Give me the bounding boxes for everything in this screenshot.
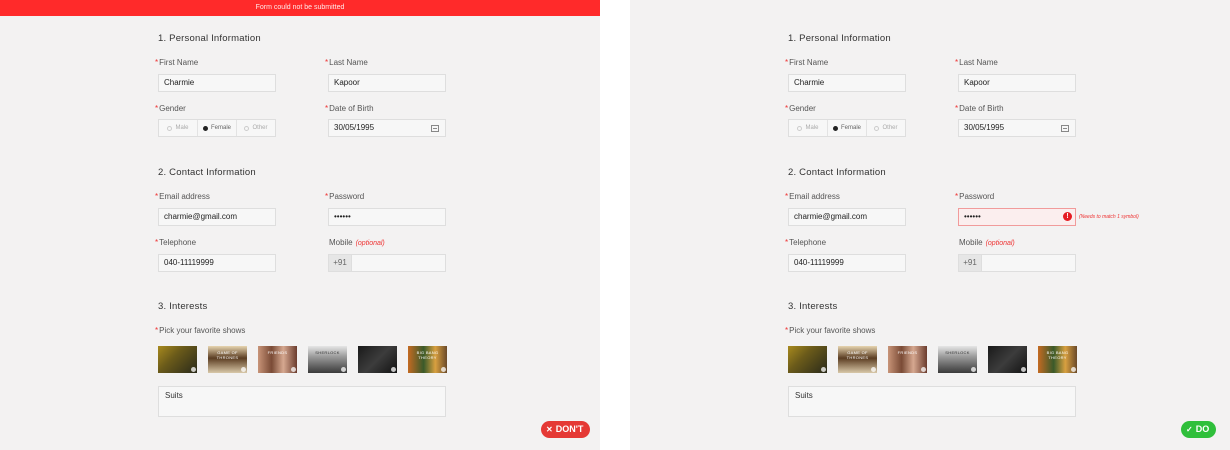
section-title-personal: 1. Personal Information: [158, 33, 261, 44]
check-icon: [291, 367, 296, 372]
gender-label: *Gender: [785, 104, 816, 113]
shows-textarea[interactable]: Suits: [158, 386, 446, 417]
first-name-input[interactable]: Charmie: [788, 74, 906, 92]
shows-label: *Pick your favorite shows: [155, 326, 246, 335]
section-title-personal: 1. Personal Information: [788, 33, 891, 44]
shows-picker: GAME OF THRONES FRIENDS SHERLOCK BIG BAN…: [788, 346, 1077, 373]
shows-picker: GAME OF THRONES FRIENDS SHERLOCK BIG BAN…: [158, 346, 447, 373]
gender-option-other[interactable]: Other: [867, 120, 905, 136]
password-input-error[interactable]: ••••••!: [958, 208, 1076, 226]
country-code-prefix: +91: [959, 255, 982, 271]
gender-radio-group: Male Female Other: [158, 119, 276, 137]
dont-example-panel: Form could not be submitted 1. Personal …: [0, 0, 600, 450]
section-title-contact: 2. Contact Information: [158, 167, 256, 178]
check-icon: [241, 367, 246, 372]
gender-option-male[interactable]: Male: [789, 120, 828, 136]
password-input[interactable]: ••••••: [328, 208, 446, 226]
check-icon: [191, 367, 196, 372]
section-title-interests: 3. Interests: [158, 301, 208, 312]
gender-option-female[interactable]: Female: [828, 120, 867, 136]
country-code-prefix: +91: [329, 255, 352, 271]
shows-textarea[interactable]: Suits: [788, 386, 1076, 417]
telephone-input[interactable]: 040-11119999: [788, 254, 906, 272]
dob-label: *Date of Birth: [955, 104, 1004, 113]
password-label: *Password: [325, 192, 365, 201]
check-icon: [871, 367, 876, 372]
section-title-interests: 3. Interests: [788, 301, 838, 312]
email-label: *Email address: [155, 192, 210, 201]
radio-icon: [797, 125, 803, 131]
dob-input[interactable]: 30/05/1995: [958, 119, 1076, 137]
telephone-label: *Telephone: [785, 238, 827, 247]
check-icon: [1071, 367, 1076, 372]
email-label: *Email address: [785, 192, 840, 201]
show-thumbnail-house-of-cards[interactable]: [358, 346, 397, 373]
show-thumbnail-friends[interactable]: FRIENDS: [888, 346, 927, 373]
check-icon: [441, 367, 446, 372]
show-thumbnail-house-of-cards[interactable]: [988, 346, 1027, 373]
email-input[interactable]: charmie@gmail.com: [158, 208, 276, 226]
check-icon: ✓: [1186, 425, 1193, 434]
telephone-input[interactable]: 040-11119999: [158, 254, 276, 272]
error-icon: !: [1063, 212, 1072, 221]
last-name-input[interactable]: Kapoor: [958, 74, 1076, 92]
show-thumbnail-game-of-thrones[interactable]: GAME OF THRONES: [208, 346, 247, 373]
show-thumbnail-big-bang-theory[interactable]: BIG BANG THEORY: [408, 346, 447, 373]
check-icon: [921, 367, 926, 372]
gender-radio-group: Male Female Other: [788, 119, 906, 137]
dob-input[interactable]: 30/05/1995: [328, 119, 446, 137]
gender-label: *Gender: [155, 104, 186, 113]
last-name-label: *Last Name: [325, 58, 368, 67]
check-icon: [391, 367, 396, 372]
show-thumbnail-breaking-bad[interactable]: [788, 346, 827, 373]
check-icon: [1021, 367, 1026, 372]
calendar-icon[interactable]: [431, 125, 439, 132]
mobile-input[interactable]: +91: [958, 254, 1076, 272]
first-name-label: *First Name: [785, 58, 829, 67]
dob-label: *Date of Birth: [325, 104, 374, 113]
telephone-label: *Telephone: [155, 238, 197, 247]
gender-option-male[interactable]: Male: [159, 120, 198, 136]
first-name-label: *First Name: [155, 58, 199, 67]
radio-checked-icon: [202, 125, 208, 131]
show-thumbnail-sherlock[interactable]: SHERLOCK: [308, 346, 347, 373]
radio-icon: [167, 125, 173, 131]
last-name-label: *Last Name: [955, 58, 998, 67]
last-name-input[interactable]: Kapoor: [328, 74, 446, 92]
gender-option-other[interactable]: Other: [237, 120, 275, 136]
show-thumbnail-sherlock[interactable]: SHERLOCK: [938, 346, 977, 373]
show-thumbnail-friends[interactable]: FRIENDS: [258, 346, 297, 373]
password-error-message: (Needs to match 1 symbol): [1079, 214, 1139, 220]
do-example-panel: 1. Personal Information *First Name Char…: [630, 0, 1230, 450]
error-banner: Form could not be submitted: [0, 0, 600, 16]
mobile-label: Mobile (optional): [959, 238, 1015, 247]
radio-icon: [244, 125, 250, 131]
shows-label: *Pick your favorite shows: [785, 326, 876, 335]
first-name-input[interactable]: Charmie: [158, 74, 276, 92]
section-title-contact: 2. Contact Information: [788, 167, 886, 178]
show-thumbnail-game-of-thrones[interactable]: GAME OF THRONES: [838, 346, 877, 373]
check-icon: [341, 367, 346, 372]
show-thumbnail-breaking-bad[interactable]: [158, 346, 197, 373]
dont-badge: ✕ DON'T: [541, 421, 591, 438]
mobile-label: Mobile (optional): [329, 238, 385, 247]
email-input[interactable]: charmie@gmail.com: [788, 208, 906, 226]
cross-icon: ✕: [546, 425, 553, 434]
mobile-input[interactable]: +91: [328, 254, 446, 272]
check-icon: [821, 367, 826, 372]
radio-checked-icon: [832, 125, 838, 131]
gender-option-female[interactable]: Female: [198, 120, 237, 136]
check-icon: [971, 367, 976, 372]
password-label: *Password: [955, 192, 995, 201]
radio-icon: [874, 125, 880, 131]
calendar-icon[interactable]: [1061, 125, 1069, 132]
do-badge: ✓ DO: [1181, 421, 1217, 438]
show-thumbnail-big-bang-theory[interactable]: BIG BANG THEORY: [1038, 346, 1077, 373]
